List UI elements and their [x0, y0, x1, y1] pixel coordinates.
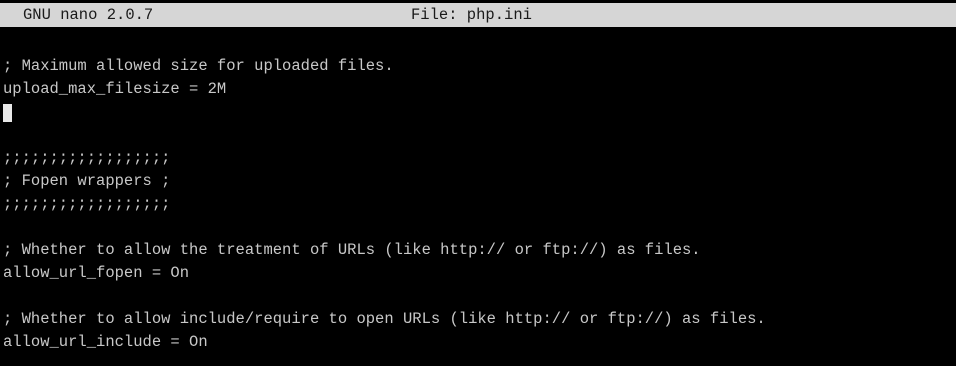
setting-line: allow_url_include = On — [3, 333, 208, 351]
comment-line: ; Whether to allow include/require to op… — [3, 310, 766, 328]
nano-title-bar: GNU nano 2.0.7 File: php.ini — [0, 3, 956, 27]
cursor-line[interactable] — [3, 101, 953, 124]
nano-version: GNU nano 2.0.7 — [23, 6, 154, 24]
comment-line: ; Whether to allow the treatment of URLs… — [3, 241, 701, 259]
text-cursor — [3, 104, 12, 122]
section-divider-line: ;;;;;;;;;;;;;;;;;; — [3, 195, 171, 213]
section-heading-line: ; Fopen wrappers ; — [3, 172, 171, 190]
file-name: File: php.ini — [411, 6, 532, 24]
editor-buffer[interactable]: ; Maximum allowed size for uploaded file… — [3, 55, 953, 354]
comment-line: ; Maximum allowed size for uploaded file… — [3, 57, 394, 75]
section-divider-line: ;;;;;;;;;;;;;;;;;; — [3, 149, 171, 167]
terminal-window[interactable]: GNU nano 2.0.7 File: php.ini ; Maximum a… — [0, 0, 956, 366]
setting-line: upload_max_filesize = 2M — [3, 80, 227, 98]
setting-line: allow_url_fopen = On — [3, 264, 190, 282]
